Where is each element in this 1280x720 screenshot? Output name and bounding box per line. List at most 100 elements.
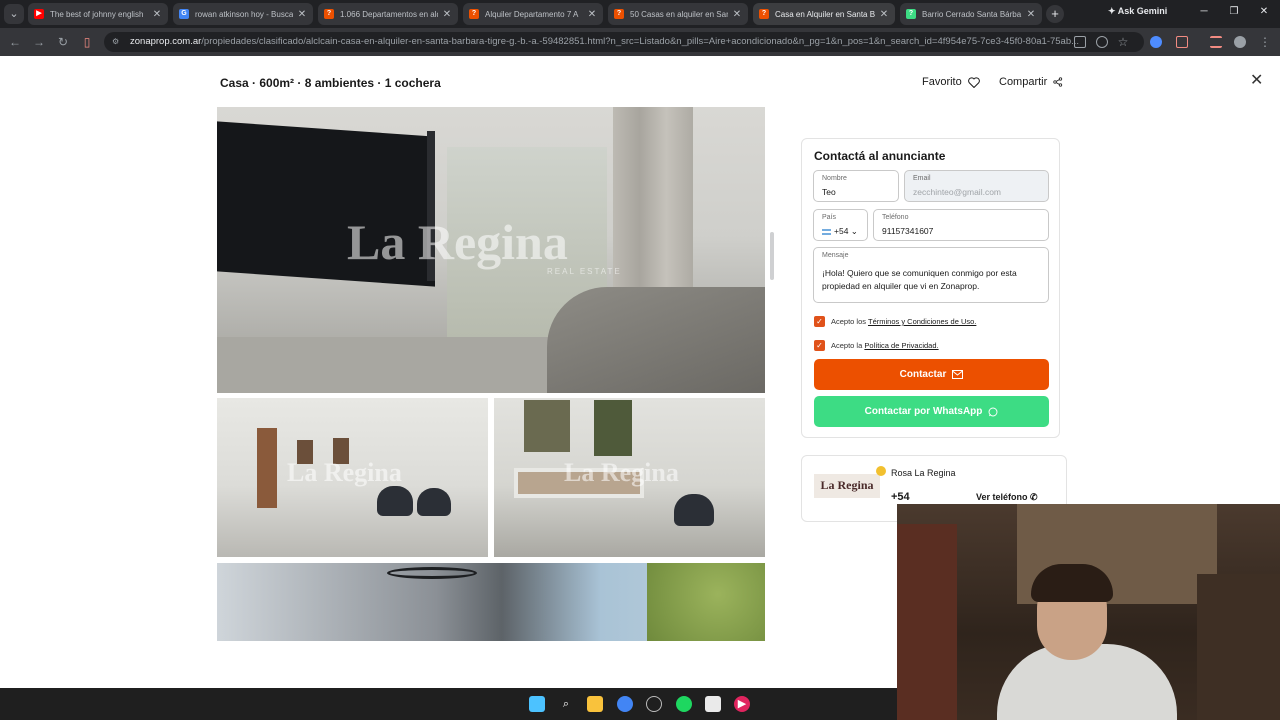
file-explorer-icon[interactable] <box>587 696 603 712</box>
photo-armchair <box>417 488 451 516</box>
back-icon[interactable]: ← <box>8 35 22 49</box>
mail-icon <box>952 370 964 379</box>
contact-button[interactable]: Contactar <box>814 359 1049 390</box>
chrome-icon[interactable] <box>617 696 633 712</box>
tab-alquiler-departamento[interactable]: ? Alquiler Departamento 7 A ✕ <box>463 3 603 25</box>
close-tab-icon[interactable]: ✕ <box>879 9 889 20</box>
tab-johnny-english[interactable]: ▶ The best of johnny english ✕ <box>28 3 168 25</box>
address-bar[interactable]: zonaprop.com.ar/propiedades/clasificado/… <box>104 32 1144 52</box>
name-field-label: Nombre <box>822 175 847 182</box>
listing-title: Casa · 600m² · 8 ambientes · 1 cochera <box>220 76 441 90</box>
agent-logo: La Regina <box>814 474 880 498</box>
profile-avatar-icon[interactable] <box>1234 36 1246 48</box>
extensions-puzzle-icon[interactable] <box>1176 36 1188 48</box>
photo-watermark-sub: REAL ESTATE <box>547 267 622 276</box>
email-field-placeholder: zecchinteo@gmail.com <box>913 187 1001 197</box>
zonaprop-icon: ? <box>469 9 479 19</box>
privacy-link[interactable]: Política de Privacidad. <box>864 341 938 350</box>
photo-tree <box>647 563 765 641</box>
zonaprop-icon: ? <box>759 9 769 19</box>
chevron-down-icon: ⌄ <box>850 226 858 236</box>
privacy-checkbox-row: ✓ Acepto la Política de Privacidad. <box>814 340 939 351</box>
reload-icon[interactable]: ↻ <box>56 35 70 49</box>
share-button[interactable]: Compartir <box>999 76 1063 88</box>
message-field-value: ¡Hola! Quiero que se comuniquen conmigo … <box>822 268 1017 291</box>
close-window-icon[interactable]: ✕ <box>1254 6 1274 17</box>
gallery-scrollbar[interactable] <box>770 232 774 280</box>
terms-link[interactable]: Términos y Condiciones de Uso. <box>868 317 976 326</box>
gallery-photo-exterior[interactable] <box>217 563 765 641</box>
privacy-prefix: Acepto la <box>831 341 863 350</box>
site-info-icon[interactable]: ⚙ <box>112 37 122 47</box>
terms-prefix: Acepto los <box>831 317 867 326</box>
country-select[interactable]: País +54 ⌄ <box>813 209 868 241</box>
tab-title: Barrio Cerrado Santa Bárba <box>922 9 1022 19</box>
close-tab-icon[interactable]: ✕ <box>297 9 307 20</box>
google-icon: G <box>179 9 189 19</box>
heart-icon <box>967 76 980 88</box>
restore-icon[interactable]: ❐ <box>1224 6 1244 17</box>
webcam-overlay <box>897 504 1280 720</box>
notepad-icon[interactable] <box>705 696 721 712</box>
country-code: +54 <box>834 226 849 236</box>
forward-icon[interactable]: → <box>32 35 46 49</box>
tab-title: Alquiler Departamento 7 A <box>485 9 579 19</box>
terms-checkbox[interactable]: ✓ <box>814 316 825 327</box>
tab-departamentos[interactable]: ? 1.066 Departamentos en alq ✕ <box>318 3 458 25</box>
reading-list-icon[interactable] <box>1210 36 1222 48</box>
photo-wood-panel <box>257 428 277 508</box>
phone-icon: ✆ <box>1030 492 1038 502</box>
zonaprop-icon: ? <box>324 9 334 19</box>
phone-field-value: 91157341607 <box>882 226 934 236</box>
tab-google-search[interactable]: G rowan atkinson hoy - Buscar ✕ <box>173 3 313 25</box>
tab-casas-alquiler[interactable]: ? 50 Casas en alquiler en San ✕ <box>608 3 748 25</box>
privacy-checkbox[interactable]: ✓ <box>814 340 825 351</box>
close-tab-icon[interactable]: ✕ <box>442 9 452 20</box>
whatsapp-button-label: Contactar por WhatsApp <box>864 406 983 417</box>
photo-watermark: La Regina <box>287 458 402 487</box>
photo-watermark: La Regina <box>564 458 679 487</box>
browser-tab-strip: ⌄ ▶ The best of johnny english ✕ G rowan… <box>0 0 1280 28</box>
os-taskbar: ⌕ ▶ <box>0 688 897 720</box>
favorite-button[interactable]: Favorito <box>922 76 980 88</box>
name-field[interactable]: Nombre Teo <box>813 170 899 202</box>
message-field[interactable]: Mensaje ¡Hola! Quiero que se comuniquen … <box>813 247 1049 303</box>
url-path: /propiedades/clasificado/alclcain-casa-e… <box>201 36 1080 47</box>
photo-watermark: La Regina <box>347 214 568 270</box>
media-player-icon[interactable]: ▶ <box>734 696 750 712</box>
whatsapp-button[interactable]: Contactar por WhatsApp <box>814 396 1049 427</box>
split-view-icon[interactable]: ▯ <box>80 35 94 49</box>
password-key-icon[interactable] <box>1096 36 1108 48</box>
close-tab-icon[interactable]: ✕ <box>1026 9 1036 20</box>
email-field[interactable]: Email zecchinteo@gmail.com <box>904 170 1049 202</box>
phone-field[interactable]: Teléfono 91157341607 <box>873 209 1049 241</box>
share-label: Compartir <box>999 76 1048 88</box>
ask-gemini-label: Ask Gemini <box>1117 6 1168 16</box>
tab-casa-santa-barbara[interactable]: ? Casa en Alquiler en Santa B ✕ <box>753 3 895 25</box>
bookmark-star-icon[interactable]: ☆ <box>1116 35 1130 49</box>
search-icon[interactable]: ⌕ <box>558 696 574 712</box>
tab-search-icon[interactable]: ⌄ <box>4 4 24 24</box>
new-tab-button[interactable]: + <box>1046 5 1064 23</box>
show-phone-button[interactable]: Ver teléfono ✆ <box>976 492 1038 503</box>
gallery-main-photo[interactable]: La Regina REAL ESTATE <box>217 107 765 393</box>
tab-barrio-cerrado[interactable]: ? Barrio Cerrado Santa Bárba ✕ <box>900 3 1042 25</box>
extension-icon[interactable] <box>1150 36 1162 48</box>
photo-lounge-chair <box>547 287 765 393</box>
close-tab-icon[interactable]: ✕ <box>732 9 742 20</box>
close-icon[interactable]: ✕ <box>1250 70 1263 90</box>
spotify-icon[interactable] <box>676 696 692 712</box>
tab-title: 1.066 Departamentos en alq <box>340 9 438 19</box>
windows-start-icon[interactable] <box>529 696 545 712</box>
gallery-photo-living[interactable]: La Regina <box>217 398 488 557</box>
github-icon[interactable] <box>646 696 662 712</box>
youtube-icon: ▶ <box>34 9 44 19</box>
browser-menu-icon[interactable]: ⋮ <box>1258 35 1272 49</box>
ask-gemini-button[interactable]: ✦ Ask Gemini <box>1108 6 1167 17</box>
agent-name[interactable]: Rosa La Regina <box>891 468 956 478</box>
translate-icon[interactable] <box>1074 36 1086 48</box>
close-tab-icon[interactable]: ✕ <box>587 9 597 20</box>
close-tab-icon[interactable]: ✕ <box>152 9 162 20</box>
minimize-icon[interactable]: ─ <box>1194 6 1214 17</box>
gallery-photo-fireplace[interactable]: La Regina <box>494 398 765 557</box>
